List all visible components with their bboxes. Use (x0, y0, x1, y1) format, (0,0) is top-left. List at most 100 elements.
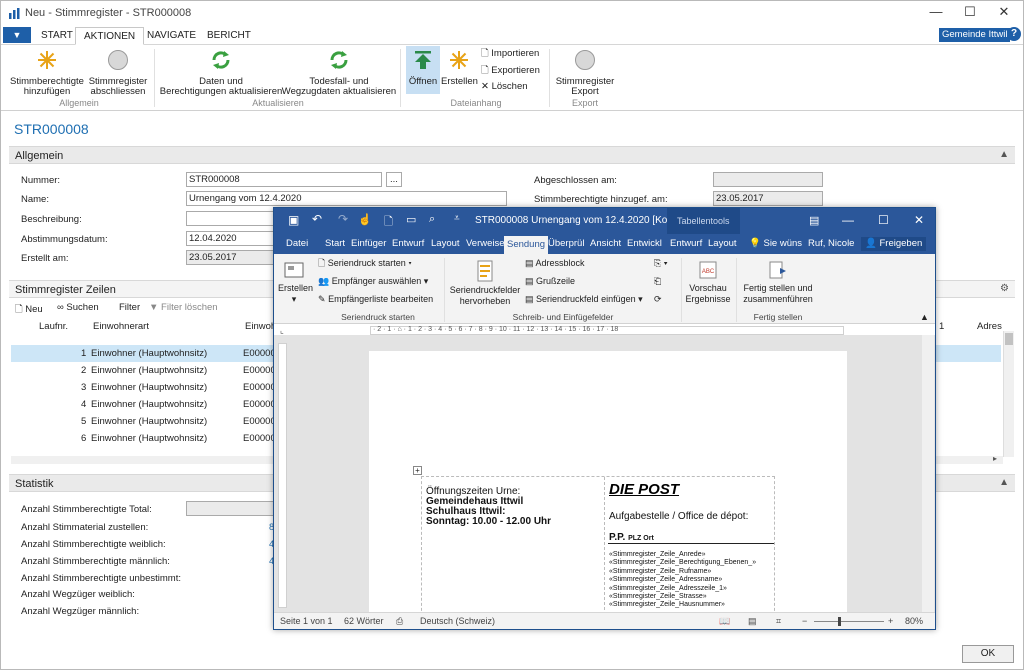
tab-view[interactable]: Ansicht (588, 237, 623, 251)
tab-table-design[interactable]: Entwurf (668, 237, 704, 251)
column-header[interactable]: Adres (977, 321, 1002, 332)
page-count[interactable]: Seite 1 von 1 (280, 616, 333, 626)
file-menu-button[interactable]: ▼ (3, 27, 31, 43)
column-header[interactable]: Einwoh (245, 321, 276, 332)
vertical-ruler[interactable] (278, 343, 287, 608)
collapse-icon[interactable]: ▲ (999, 477, 1009, 488)
tab-developer[interactable]: Entwickl (625, 237, 664, 251)
description-field[interactable] (186, 211, 276, 226)
doc-scrollbar[interactable] (922, 335, 934, 612)
register-export-button[interactable]: Stimmregister Export (553, 49, 617, 97)
tab-start[interactable]: Start (323, 237, 347, 251)
collapse-ribbon-icon[interactable]: ▲ (920, 312, 929, 322)
word-count[interactable]: 62 Wörter (344, 616, 384, 626)
print-layout-icon[interactable]: ▤ (748, 616, 757, 627)
share-button[interactable]: 👤 Freigeben (861, 237, 927, 251)
open-button[interactable]: Öffnen (406, 46, 440, 94)
zoom-slider[interactable] (814, 621, 884, 622)
customize-icon[interactable]: ⩡ (454, 213, 460, 224)
clear-filter-button[interactable]: ▼ Filter löschen (149, 302, 218, 313)
user-name[interactable]: Ruf, Nicole (806, 237, 856, 251)
tab-design[interactable]: Entwurf (390, 237, 426, 251)
web-layout-icon[interactable]: ⌗ (776, 616, 781, 627)
finish-merge-button[interactable]: Fertig stellen und zusammenführen (738, 260, 818, 305)
tab-references[interactable]: Verweise (464, 237, 507, 251)
zoom-slider-thumb[interactable] (838, 617, 841, 626)
update-labels-icon[interactable]: ⟳ (654, 294, 662, 305)
table-move-handle[interactable]: + (413, 466, 422, 475)
tell-me-search[interactable]: 💡 Sie wüns (747, 237, 804, 251)
new-line-button[interactable]: 🗋 Neu (15, 302, 43, 318)
insert-field-button[interactable]: ▤ Seriendruckfeld einfügen ▾ (525, 294, 643, 305)
match-fields-icon[interactable]: ⎗ (654, 276, 661, 287)
zoom-out-icon[interactable]: − (802, 616, 807, 626)
start-merge-button[interactable]: 🗋 Seriendruck starten ▾ (318, 258, 412, 269)
minimize-button[interactable]: — (919, 1, 953, 25)
name-field[interactable]: Urnengang vom 12.4.2020 (186, 191, 507, 206)
edit-recipients-button[interactable]: ✎ Empfängerliste bearbeiten (318, 294, 433, 305)
create-attachment-button[interactable]: Erstellen (441, 49, 478, 87)
tab-table-layout[interactable]: Layout (706, 237, 739, 251)
preview-results-button[interactable]: ABC Vorschau Ergebnisse (683, 260, 733, 305)
rules-icon[interactable]: ⎘ ▾ (654, 258, 667, 269)
number-field[interactable]: STR000008 (186, 172, 382, 187)
scroll-thumb[interactable] (1005, 333, 1013, 345)
export-file-button[interactable]: 🗋 Exportieren (481, 65, 540, 77)
collapse-icon[interactable]: ▲ (999, 149, 1009, 160)
zoom-in-icon[interactable]: + (888, 616, 893, 626)
zoom-level[interactable]: 80% (905, 616, 923, 626)
tab-aktionen[interactable]: AKTIONEN (75, 27, 145, 45)
new-document-icon[interactable]: 🗋 (384, 213, 393, 232)
company-badge[interactable]: Gemeinde Ittwil (939, 28, 1011, 42)
proofing-icon[interactable]: ⎙ (396, 616, 403, 627)
vertical-scrollbar[interactable] (1003, 331, 1014, 457)
tab-mailings[interactable]: Sendung (504, 236, 549, 254)
save-icon[interactable]: ▣ (288, 213, 299, 227)
horizontal-ruler[interactable]: · 2 · 1 · ⌂ · 1 · 2 · 3 · 4 · 5 · 6 · 7 … (370, 326, 844, 335)
word-minimize-button[interactable]: — (842, 213, 854, 227)
tab-start[interactable]: START (33, 27, 81, 45)
ok-button[interactable]: OK (962, 645, 1014, 663)
touch-icon[interactable]: ☝ (358, 213, 372, 226)
tab-review[interactable]: Überprül (546, 237, 586, 251)
greeting-line-button[interactable]: ▤ Grußzeile (525, 276, 575, 287)
close-register-button[interactable]: Stimmregister abschliessen (85, 49, 151, 97)
tab-selector-icon[interactable]: ⌞ (280, 326, 284, 335)
filter-button[interactable]: Filter (119, 302, 140, 313)
redo-icon[interactable]: ↷ (338, 212, 348, 226)
help-icon[interactable]: ? (1007, 27, 1021, 41)
print-preview-icon[interactable]: ⌕ (429, 213, 435, 226)
undo-icon[interactable]: ↶ (312, 212, 322, 226)
tab-insert[interactable]: Einfüger (349, 237, 388, 251)
highlight-fields-button[interactable]: Seriendruckfelder hervorheben (448, 260, 522, 307)
delete-button[interactable]: ✕ Löschen (481, 81, 528, 93)
settings-icon[interactable]: ⚙ (1000, 283, 1009, 294)
address-block-button[interactable]: ▤ Adressblock (525, 258, 585, 269)
scroll-right-icon[interactable]: ▸ (993, 454, 997, 463)
create-button[interactable]: Erstellen ▾ (278, 260, 313, 305)
word-close-button[interactable]: ✕ (914, 213, 924, 227)
maximize-button[interactable]: ☐ (953, 1, 987, 25)
lookup-button[interactable]: ... (386, 172, 402, 187)
update-data-button[interactable]: Daten und Berechtigungen aktualisieren (159, 49, 283, 97)
search-button[interactable]: ∞ Suchen (57, 302, 99, 313)
read-mode-icon[interactable]: 📖 (719, 616, 730, 627)
select-recipients-button[interactable]: 👥 Empfänger auswählen ▾ (318, 276, 428, 287)
section-general[interactable]: Allgemein ▲ (9, 146, 1015, 164)
column-header[interactable]: 1 (939, 321, 944, 332)
tab-bericht[interactable]: BERICHT (199, 27, 259, 45)
open-folder-icon[interactable]: ▭ (406, 213, 416, 226)
language[interactable]: Deutsch (Schweiz) (420, 616, 495, 626)
word-maximize-button[interactable]: ☐ (878, 213, 889, 227)
vote-date-field[interactable]: 12.04.2020 (186, 231, 276, 246)
column-header[interactable]: Einwohnerart (93, 321, 149, 332)
column-header[interactable]: Laufnr. (39, 321, 68, 332)
close-button[interactable]: ✕ (987, 1, 1021, 25)
ribbon-display-icon[interactable]: ▤ (809, 214, 819, 227)
tab-datei[interactable]: Datei (284, 237, 310, 251)
add-voters-button[interactable]: Stimmberechtigte hinzufügen (7, 49, 87, 97)
update-deaths-button[interactable]: Todesfall- und Wegzugdaten aktualisieren (281, 49, 397, 97)
tab-layout[interactable]: Layout (429, 237, 462, 251)
tab-navigate[interactable]: NAVIGATE (139, 27, 204, 45)
import-button[interactable]: 🗋 Importieren (481, 48, 539, 60)
